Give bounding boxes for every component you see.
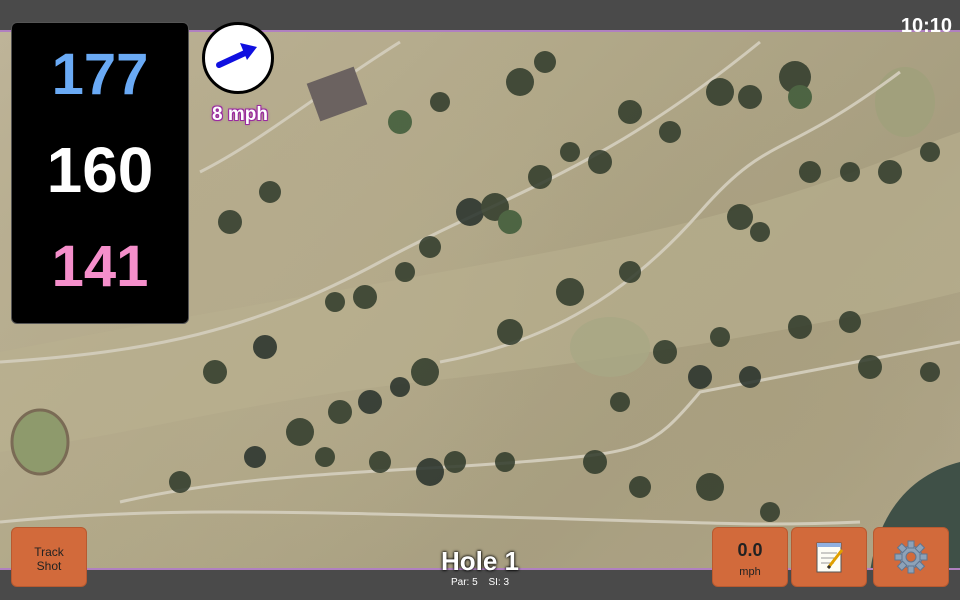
speed-button[interactable]: 0.0 mph [712, 527, 788, 587]
notes-button[interactable] [791, 527, 867, 587]
speed-unit: mph [739, 566, 761, 578]
wind-speed-label: 8 mph [212, 104, 268, 125]
green-area-2 [570, 317, 650, 377]
settings-button[interactable] [873, 527, 949, 587]
wind-indicator[interactable] [202, 22, 274, 94]
clock: 10:10 [900, 15, 952, 37]
hole-title: Hole 1 [440, 546, 520, 576]
distance-front: 141 [51, 234, 149, 299]
hole-si: SI: 3 [488, 577, 510, 588]
building [306, 66, 368, 122]
hole-info: Par: 5 SI: 3 [380, 577, 580, 588]
notepad-icon [816, 542, 844, 573]
speed-value: 0.0 [737, 540, 763, 560]
gear-icon [894, 540, 928, 574]
track-shot-label-line1: Track [34, 545, 64, 559]
hole-par: Par: 5 [450, 577, 478, 588]
distance-panel: 177 160 141 [11, 22, 189, 324]
green-area [875, 67, 935, 137]
sports-field [10, 408, 70, 476]
distance-back: 177 [51, 42, 149, 107]
wind-arrow-icon [216, 43, 257, 68]
distance-middle: 160 [46, 134, 154, 206]
track-shot-label-line2: Shot [36, 559, 62, 573]
cart-path [0, 510, 861, 526]
track-shot-button[interactable]: Track Shot [11, 527, 87, 587]
